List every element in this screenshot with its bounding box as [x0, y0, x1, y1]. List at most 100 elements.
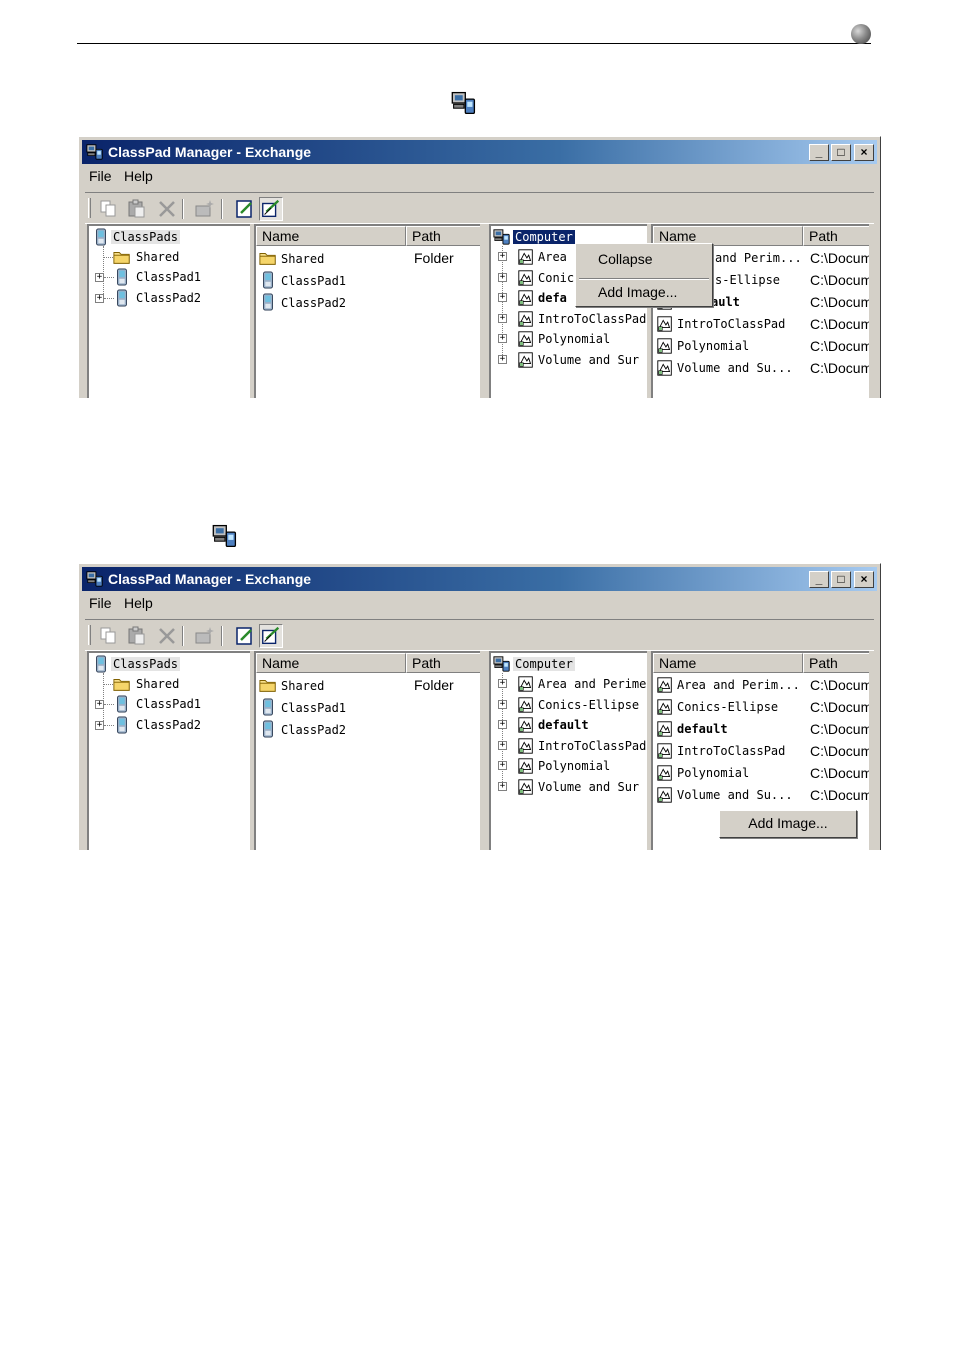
expand-icon[interactable]: + — [95, 294, 104, 303]
list-item-name[interactable]: Polynomial — [677, 763, 749, 783]
expand-icon[interactable]: + — [498, 273, 507, 282]
paste-icon[interactable] — [125, 624, 149, 648]
tree-root-classpads[interactable]: ClassPads — [111, 227, 181, 247]
tree-root-classpads[interactable]: ClassPads — [111, 654, 181, 674]
minimize-button[interactable]: _ — [809, 144, 829, 161]
menu-file[interactable]: File — [89, 595, 112, 611]
list-item-name[interactable]: Area and Perim... — [677, 675, 800, 695]
classpad-manager-window: ClassPad Manager - Exchange _ □ × File H… — [78, 136, 881, 398]
expand-icon[interactable]: + — [498, 720, 507, 729]
tree-item-doc[interactable]: Volume and Sur — [538, 777, 639, 797]
tree-item-classpad2[interactable]: ClassPad2 — [136, 288, 201, 308]
expand-icon[interactable]: + — [498, 741, 507, 750]
expand-icon[interactable]: + — [95, 273, 104, 282]
tree-item-doc[interactable]: Area — [538, 247, 567, 267]
list-item-name[interactable]: ClassPad2 — [281, 720, 346, 740]
add-image-button[interactable]: Add Image... — [719, 810, 857, 838]
classpads-tree[interactable]: ClassPads Shared + ClassPad1 + ClassPad2 — [87, 651, 250, 850]
list-item-name[interactable]: ClassPad2 — [281, 293, 346, 313]
tree-item-doc[interactable]: Polynomial — [538, 329, 610, 349]
new-folder-icon[interactable] — [193, 624, 217, 648]
expand-icon[interactable]: + — [95, 700, 104, 709]
delete-icon[interactable] — [155, 197, 179, 221]
copy-icon[interactable] — [97, 624, 121, 648]
column-header-path[interactable]: Path — [406, 653, 480, 673]
tree-item-doc[interactable]: Volume and Sur — [538, 350, 639, 370]
column-header-name[interactable]: Name — [256, 226, 406, 246]
tree-item-doc[interactable]: Area and Perime — [538, 674, 646, 694]
delete-icon[interactable] — [155, 624, 179, 648]
list-item-name[interactable]: ClassPad1 — [281, 698, 346, 718]
toolbar-grip[interactable] — [88, 625, 91, 645]
tree-item-classpad1[interactable]: ClassPad1 — [136, 694, 201, 714]
classpads-tree[interactable]: ClassPads Shared + ClassPad1 + ClassPad2 — [87, 224, 250, 398]
expand-icon[interactable]: + — [498, 293, 507, 302]
maximize-button[interactable]: □ — [831, 571, 851, 588]
list-item-name[interactable]: ault — [711, 292, 740, 312]
column-header-name[interactable]: Name — [653, 653, 803, 673]
exchange-icon[interactable] — [259, 197, 283, 221]
classpad-file-list[interactable]: Name Path Shared Folder ClassPad1 ClassP… — [254, 651, 480, 850]
paste-icon[interactable] — [125, 197, 149, 221]
tree-root-computer[interactable]: Computer — [513, 227, 575, 247]
list-item-name[interactable]: Volume and Su... — [677, 358, 793, 378]
close-button[interactable]: × — [854, 144, 874, 161]
tree-item-doc[interactable]: IntroToClassPad — [538, 736, 646, 756]
tree-item-doc[interactable]: defa — [538, 288, 567, 308]
tree-item-shared[interactable]: Shared — [136, 674, 179, 694]
list-item-name[interactable]: s-Ellipse — [715, 270, 780, 290]
menu-item-add-image[interactable]: Add Image... — [598, 284, 677, 300]
list-item-name[interactable]: Shared — [281, 676, 324, 696]
expand-icon[interactable]: + — [498, 679, 507, 688]
list-item-name[interactable]: IntroToClassPad — [677, 314, 785, 334]
folder-icon — [259, 676, 277, 694]
expand-icon[interactable]: + — [498, 700, 507, 709]
column-header-name[interactable]: Name — [256, 653, 406, 673]
menu-help[interactable]: Help — [124, 595, 153, 611]
tree-item-doc[interactable]: default — [538, 715, 589, 735]
tree-item-doc[interactable]: Conics-Ellipse — [538, 695, 639, 715]
copy-icon[interactable] — [97, 197, 121, 221]
expand-icon[interactable]: + — [498, 782, 507, 791]
tree-item-doc[interactable]: IntroToClassPad — [538, 309, 646, 329]
tree-item-classpad1[interactable]: ClassPad1 — [136, 267, 201, 287]
column-header-path[interactable]: Path — [406, 226, 480, 246]
new-folder-icon[interactable] — [193, 197, 217, 221]
expand-icon[interactable]: + — [498, 314, 507, 323]
document-icon — [517, 737, 535, 755]
expand-icon[interactable]: + — [95, 721, 104, 730]
expand-icon[interactable]: + — [498, 252, 507, 261]
classpad-file-list[interactable]: Name Path Shared Folder ClassPad1 ClassP… — [254, 224, 480, 398]
edit-image-icon[interactable] — [233, 197, 257, 221]
toolbar-grip[interactable] — [88, 198, 91, 218]
computer-tree[interactable]: Computer + Area and Perime + Conics-Elli… — [489, 651, 647, 850]
expand-icon[interactable]: + — [498, 355, 507, 364]
tree-item-doc[interactable]: Polynomial — [538, 756, 610, 776]
title-bar[interactable]: ClassPad Manager - Exchange _ □ × — [82, 567, 877, 591]
list-item-name[interactable]: Volume and Su... — [677, 785, 793, 805]
column-header-path[interactable]: Path — [803, 226, 869, 246]
title-bar[interactable]: ClassPad Manager - Exchange _ □ × — [82, 140, 877, 164]
menu-help[interactable]: Help — [124, 168, 153, 184]
document-icon — [656, 764, 674, 782]
tree-root-computer[interactable]: Computer — [513, 654, 575, 674]
tree-item-shared[interactable]: Shared — [136, 247, 179, 267]
edit-image-icon[interactable] — [233, 624, 257, 648]
menu-file[interactable]: File — [89, 168, 112, 184]
list-item-name[interactable]: IntroToClassPad — [677, 741, 785, 761]
list-item-name[interactable]: ClassPad1 — [281, 271, 346, 291]
list-item-name[interactable]: default — [677, 719, 728, 739]
column-header-path[interactable]: Path — [803, 653, 869, 673]
list-item-name[interactable]: Conics-Ellipse — [677, 697, 778, 717]
minimize-button[interactable]: _ — [809, 571, 829, 588]
list-item-name[interactable]: and Perim... — [715, 248, 802, 268]
expand-icon[interactable]: + — [498, 761, 507, 770]
list-item-name[interactable]: Polynomial — [677, 336, 749, 356]
tree-item-classpad2[interactable]: ClassPad2 — [136, 715, 201, 735]
expand-icon[interactable]: + — [498, 334, 507, 343]
exchange-icon[interactable] — [259, 624, 283, 648]
list-item-name[interactable]: Shared — [281, 249, 324, 269]
menu-item-collapse[interactable]: Collapse — [598, 251, 652, 267]
close-button[interactable]: × — [854, 571, 874, 588]
maximize-button[interactable]: □ — [831, 144, 851, 161]
